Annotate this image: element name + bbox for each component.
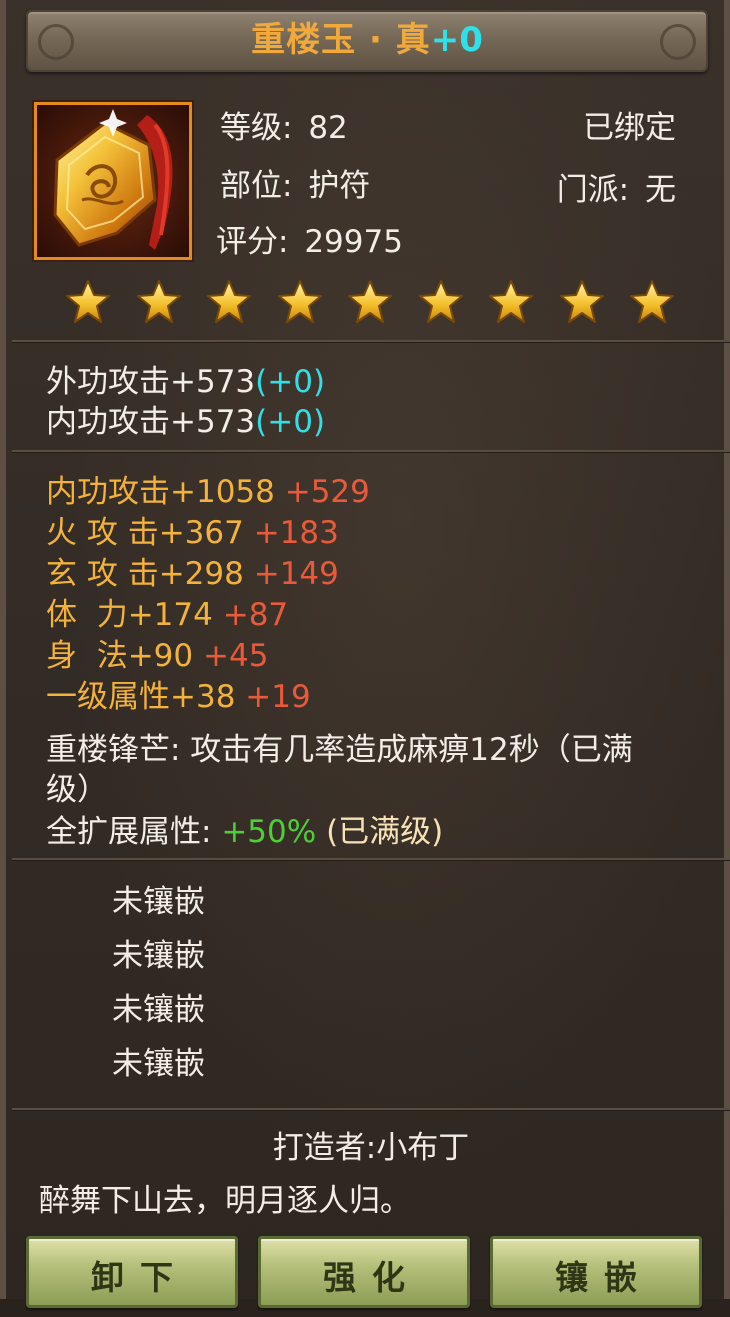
sect-value: 无 (645, 172, 676, 208)
expand-status: (已满级) (326, 814, 444, 850)
star-icon (277, 280, 322, 323)
star-icon (136, 280, 181, 323)
sect-row: 门派: 无 (557, 164, 676, 209)
special-effect-line-1: 重楼锋芒: 攻击有几率造成麻痹12秒（已满 (46, 732, 633, 768)
star-rating (64, 278, 684, 328)
unequip-button-label: 卸下 (91, 1258, 189, 1297)
gem-slot-1[interactable]: 未镶嵌 (112, 876, 205, 921)
divider (12, 858, 730, 860)
extra-stat-4: 体 力+174 +87 (46, 589, 288, 634)
item-tooltip-panel: 重楼玉 · 真+0 等级: 82 部位: 护符 评分: 29975 已绑定 门派… (0, 0, 730, 1308)
score-row: 评分: 29975 (216, 216, 403, 261)
special-effect-line-2: 级） (46, 772, 108, 808)
item-name: 重楼玉 · 真 (251, 20, 431, 60)
base-stat-bonus: (+0) (255, 364, 326, 400)
base-stat-bonus: (+0) (255, 404, 326, 440)
extra-stat-name: 体 力+174 (46, 597, 213, 633)
expand-value: +50% (221, 814, 317, 850)
level-label: 等级: (220, 110, 293, 146)
star-icon (348, 280, 392, 323)
star-icon (559, 280, 604, 323)
enhance-button[interactable]: 强化 (258, 1236, 470, 1308)
star-icon (418, 280, 463, 323)
extra-stat-name: 一级属性+38 (46, 679, 236, 715)
inlay-button[interactable]: 镶嵌 (490, 1236, 702, 1308)
gem-slot-3[interactable]: 未镶嵌 (112, 984, 205, 1029)
item-quote: 醉舞下山去，明月逐人归。 (39, 1183, 411, 1219)
slot-label: 部位: (220, 168, 293, 204)
base-stat-1: 外功攻击+573(+0) (46, 356, 325, 401)
extra-stat-name: 身 法+90 (46, 638, 194, 674)
level-row: 等级: 82 (220, 102, 348, 147)
star-icon (630, 280, 674, 323)
gem-slot-2[interactable]: 未镶嵌 (112, 930, 205, 975)
item-enhance-level: +0 (430, 20, 483, 60)
amulet-icon (37, 105, 189, 257)
bound-status: 已绑定 (583, 110, 676, 146)
base-stat-name: 外功攻击+573 (46, 364, 256, 400)
gem-slot-4[interactable]: 未镶嵌 (112, 1038, 205, 1083)
level-value: 82 (308, 110, 348, 146)
star-icon (489, 280, 533, 323)
extra-stat-3: 玄 攻 击+298 +149 (46, 548, 339, 593)
extra-stat-bonus: +149 (253, 556, 339, 592)
extra-stat-bonus: +529 (284, 474, 370, 510)
expand-attribute-row: 全扩展属性: +50% (已满级) (46, 806, 443, 851)
maker-label: 打造者:小布丁 (272, 1130, 470, 1166)
star-icon (66, 280, 110, 323)
score-value: 29975 (304, 224, 403, 260)
extra-stat-bonus: +183 (253, 515, 339, 551)
divider (12, 1108, 730, 1110)
extra-stat-bonus: +87 (222, 597, 289, 633)
title-ornament-left (38, 24, 74, 60)
extra-stat-1: 内功攻击+1058 +529 (46, 466, 370, 511)
extra-stat-2: 火 攻 击+367 +183 (46, 507, 339, 552)
inlay-button-label: 镶嵌 (555, 1258, 653, 1297)
slot-value: 护符 (308, 168, 371, 204)
divider (12, 340, 730, 342)
base-stat-name: 内功攻击+573 (46, 404, 256, 440)
base-stat-2: 内功攻击+573(+0) (46, 396, 325, 441)
score-label: 评分: (216, 224, 289, 260)
star-icon (207, 280, 251, 323)
extra-stat-bonus: +45 (203, 638, 269, 674)
item-title-bar: 重楼玉 · 真+0 (26, 10, 708, 72)
extra-stat-name: 火 攻 击+367 (46, 515, 244, 551)
item-icon-frame[interactable] (34, 102, 192, 260)
extra-stat-bonus: +19 (245, 679, 311, 715)
divider (12, 450, 730, 452)
extra-stat-5: 身 法+90 +45 (46, 630, 268, 675)
enhance-button-label: 强化 (323, 1258, 421, 1297)
sect-label: 门派: (556, 172, 630, 208)
extra-stat-name: 内功攻击+1058 (46, 474, 275, 510)
title-ornament-right (660, 24, 696, 60)
slot-row: 部位: 护符 (220, 160, 370, 205)
extra-stat-6: 一级属性+38 +19 (46, 671, 311, 716)
expand-label: 全扩展属性: (46, 814, 212, 850)
unequip-button[interactable]: 卸下 (26, 1236, 238, 1308)
extra-stat-name: 玄 攻 击+298 (46, 556, 244, 592)
